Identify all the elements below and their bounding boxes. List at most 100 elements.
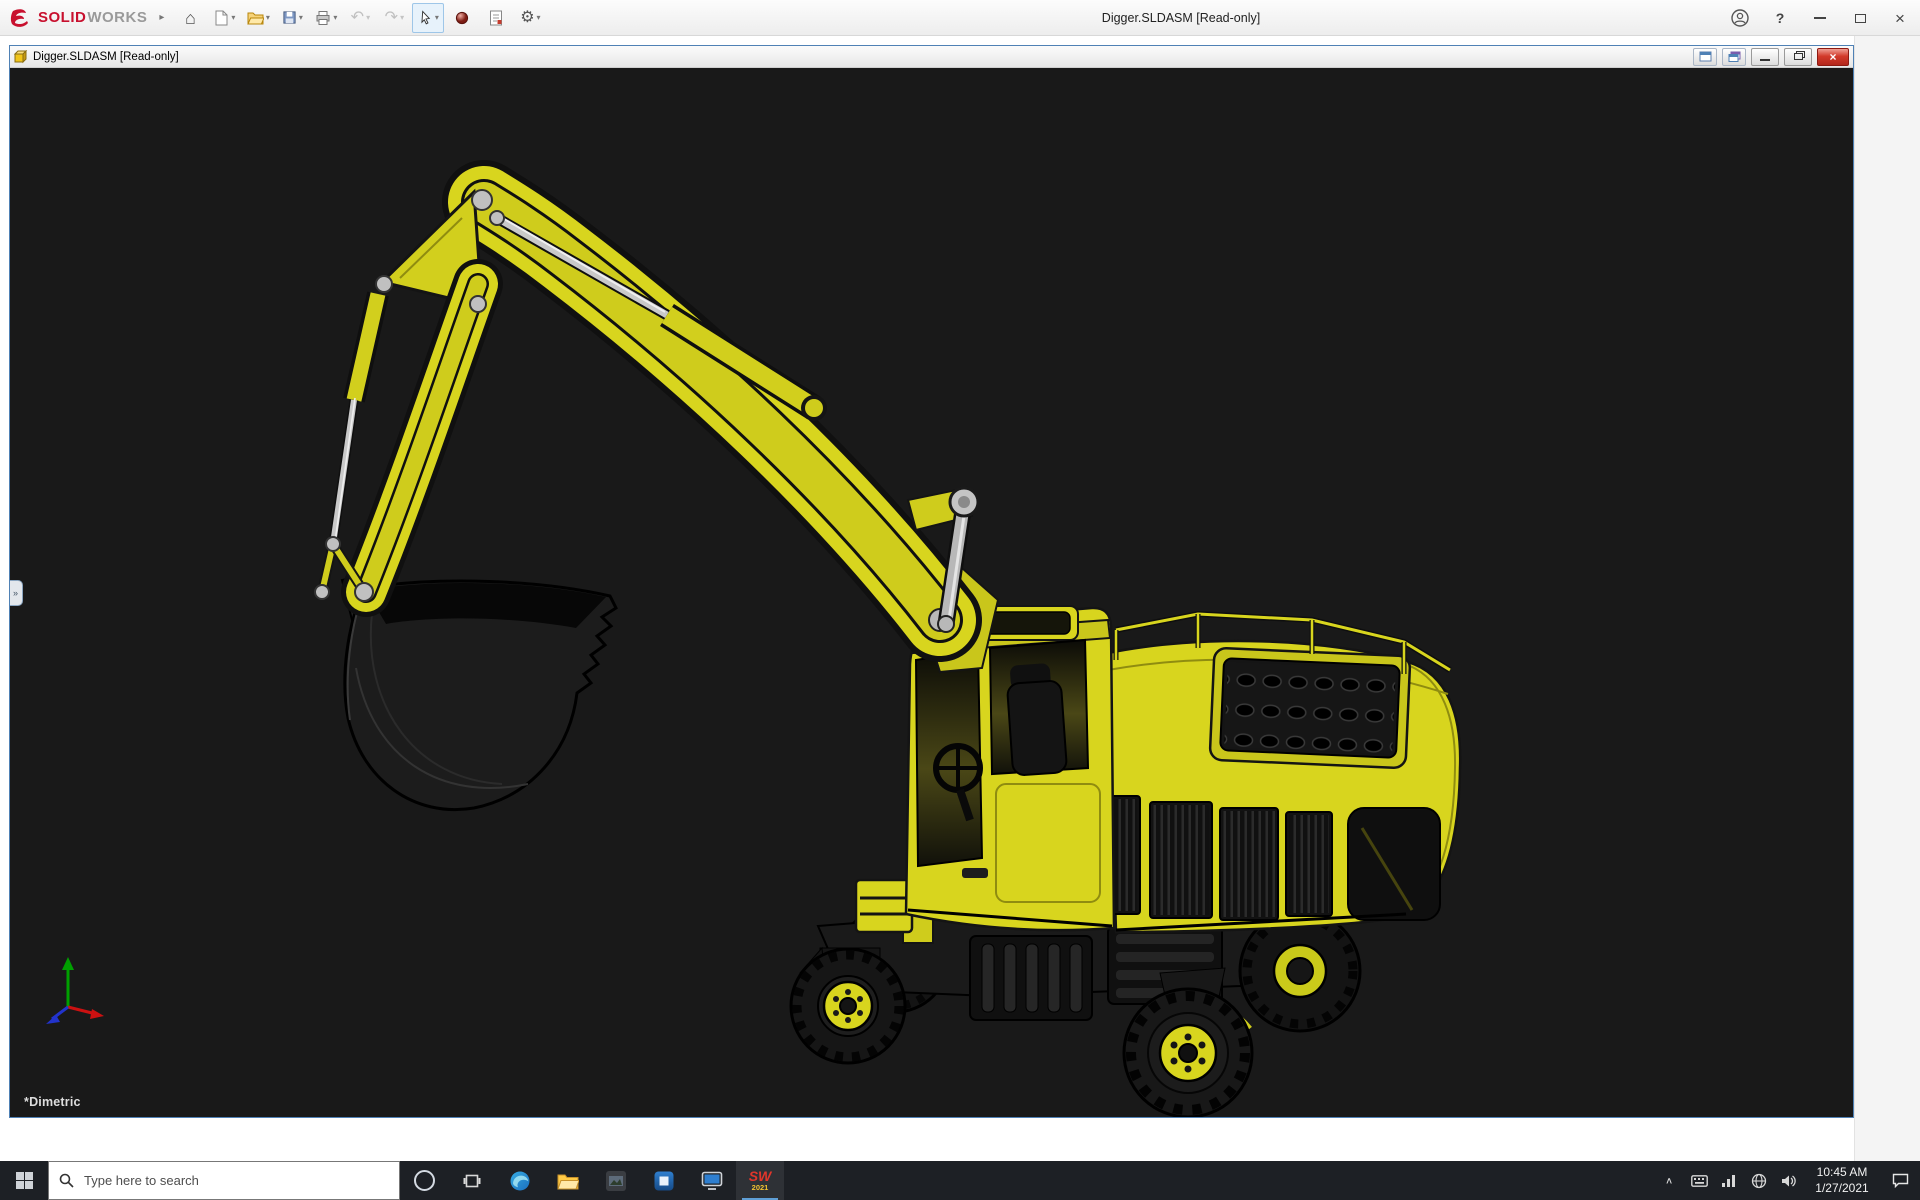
- home-icon: ⌂: [185, 9, 196, 27]
- close-button[interactable]: ×: [1890, 7, 1910, 29]
- redo-button[interactable]: ↷ ▾: [378, 3, 410, 33]
- file-properties-icon: [489, 10, 503, 26]
- quick-access-toolbar: ⌂ ▾ ▾ ▾ ▾ ↶ ▾: [174, 3, 546, 33]
- action-center-button[interactable]: [1880, 1161, 1920, 1200]
- doc-minimize-icon: [1760, 59, 1770, 61]
- home-button[interactable]: ⌂: [174, 3, 206, 33]
- undo-button[interactable]: ↶ ▾: [344, 3, 376, 33]
- solidworks-app-icon: SW 2021: [749, 1169, 772, 1192]
- display-app-button[interactable]: [688, 1161, 736, 1200]
- undo-icon: ↶: [351, 10, 364, 26]
- select-dropdown-icon[interactable]: ▾: [435, 13, 439, 22]
- system-tray: ∧: [1654, 1161, 1920, 1200]
- photos-app-button[interactable]: [592, 1161, 640, 1200]
- help-button[interactable]: ?: [1770, 7, 1790, 29]
- feature-tree-flyout[interactable]: »: [10, 580, 23, 606]
- app-titlebar: SOLID WORKS ▸ ⌂ ▾ ▾ ▾: [0, 0, 1920, 36]
- save-button[interactable]: ▾: [276, 3, 308, 33]
- close-icon: ×: [1895, 10, 1905, 27]
- boom: [484, 202, 940, 620]
- windshield: [916, 650, 982, 866]
- account-button[interactable]: [1730, 7, 1750, 29]
- new-dropdown-icon[interactable]: ▾: [231, 13, 235, 22]
- task-view-button[interactable]: [448, 1161, 496, 1200]
- solidworks-logo-icon: [10, 8, 34, 28]
- doc-preview-button-2[interactable]: [1722, 48, 1746, 66]
- appearance-button[interactable]: [446, 3, 478, 33]
- select-tool-button[interactable]: ▾: [412, 3, 444, 33]
- doc-close-button[interactable]: ×: [1817, 48, 1849, 66]
- windows-taskbar: Type here to search: [0, 1161, 1920, 1200]
- solidworks-app-year: 2021: [752, 1184, 769, 1192]
- edge-button[interactable]: [496, 1161, 544, 1200]
- search-icon: [59, 1173, 74, 1188]
- edge-icon: [509, 1170, 531, 1192]
- document-titlebar[interactable]: Digger.SLDASM [Read-only] ×: [10, 46, 1853, 68]
- save-dropdown-icon[interactable]: ▾: [299, 13, 303, 22]
- print-button[interactable]: ▾: [310, 3, 342, 33]
- app-button-blue[interactable]: [640, 1161, 688, 1200]
- chevron-up-icon: ∧: [1665, 1175, 1673, 1185]
- taskbar-search[interactable]: Type here to search: [48, 1161, 400, 1200]
- maximize-icon: [1855, 14, 1866, 23]
- tray-network-button[interactable]: [1714, 1161, 1744, 1200]
- doc-preview-button-1[interactable]: [1693, 48, 1717, 66]
- taskbar-clock[interactable]: 10:45 AM 1/27/2021: [1804, 1161, 1880, 1200]
- clock-date: 1/27/2021: [1815, 1181, 1868, 1197]
- redo-dropdown-icon[interactable]: ▾: [400, 13, 404, 22]
- document-title: Digger.SLDASM [Read-only]: [33, 51, 179, 63]
- save-icon: [282, 10, 297, 25]
- undo-dropdown-icon[interactable]: ▾: [366, 13, 370, 22]
- options-button[interactable]: ⚙ ▾: [514, 3, 546, 33]
- options-dropdown-icon[interactable]: ▾: [537, 13, 541, 22]
- task-view-icon: [463, 1173, 481, 1189]
- maximize-button[interactable]: [1850, 7, 1870, 29]
- network-icon: [1721, 1174, 1737, 1187]
- doc-minimize-button[interactable]: [1751, 48, 1779, 66]
- orientation-triad: [36, 949, 116, 1029]
- touch-keyboard-icon: [1691, 1175, 1708, 1187]
- minimize-icon: [1814, 17, 1826, 19]
- solidworks-brand: SOLID WORKS: [10, 8, 147, 28]
- select-cursor-icon: [418, 10, 433, 26]
- brand-word-solid: SOLID: [38, 9, 86, 26]
- view-orientation-label: *Dimetric: [24, 1095, 81, 1109]
- speaker-icon: [1781, 1174, 1797, 1188]
- engine-hatch: [1210, 648, 1411, 768]
- photos-app-icon: [605, 1170, 627, 1192]
- document-window-buttons: ×: [1693, 48, 1849, 66]
- globe-icon: [1751, 1173, 1767, 1189]
- app-window-title: Digger.SLDASM [Read-only]: [1102, 0, 1260, 36]
- status-bar-strip: [0, 1118, 1920, 1161]
- stick: [366, 284, 478, 592]
- window-thumbnail-icon: [1699, 51, 1712, 62]
- new-document-icon: [213, 10, 229, 26]
- document-window: Digger.SLDASM [Read-only] ×: [9, 45, 1854, 1118]
- app-window-controls: ? ×: [1730, 0, 1910, 36]
- tray-touch-keyboard-button[interactable]: [1684, 1161, 1714, 1200]
- tray-show-hidden-button[interactable]: ∧: [1654, 1161, 1684, 1200]
- cortana-button[interactable]: [400, 1161, 448, 1200]
- file-explorer-icon: [557, 1172, 579, 1190]
- gear-icon: ⚙: [520, 10, 534, 26]
- cascade-windows-icon: [1728, 51, 1741, 62]
- solidworks-taskbar-button[interactable]: SW 2021: [736, 1161, 784, 1200]
- file-properties-button[interactable]: [480, 3, 512, 33]
- cortana-icon: [414, 1170, 435, 1191]
- tray-volume-button[interactable]: [1774, 1161, 1804, 1200]
- assembly-file-icon: [14, 50, 28, 64]
- menu-expand-arrow-icon[interactable]: ▸: [159, 12, 164, 23]
- open-dropdown-icon[interactable]: ▾: [266, 13, 270, 22]
- redo-icon: ↷: [385, 10, 398, 26]
- minimize-button[interactable]: [1810, 7, 1830, 29]
- wheel-front-right: [1124, 989, 1252, 1117]
- graphics-viewport[interactable]: *Dimetric »: [10, 68, 1853, 1117]
- new-document-button[interactable]: ▾: [208, 3, 240, 33]
- file-explorer-button[interactable]: [544, 1161, 592, 1200]
- doc-restore-button[interactable]: [1784, 48, 1812, 66]
- doc-restore-icon: [1794, 53, 1803, 60]
- start-button[interactable]: [0, 1161, 48, 1200]
- tray-globe-button[interactable]: [1744, 1161, 1774, 1200]
- open-button[interactable]: ▾: [242, 3, 274, 33]
- print-dropdown-icon[interactable]: ▾: [333, 13, 337, 22]
